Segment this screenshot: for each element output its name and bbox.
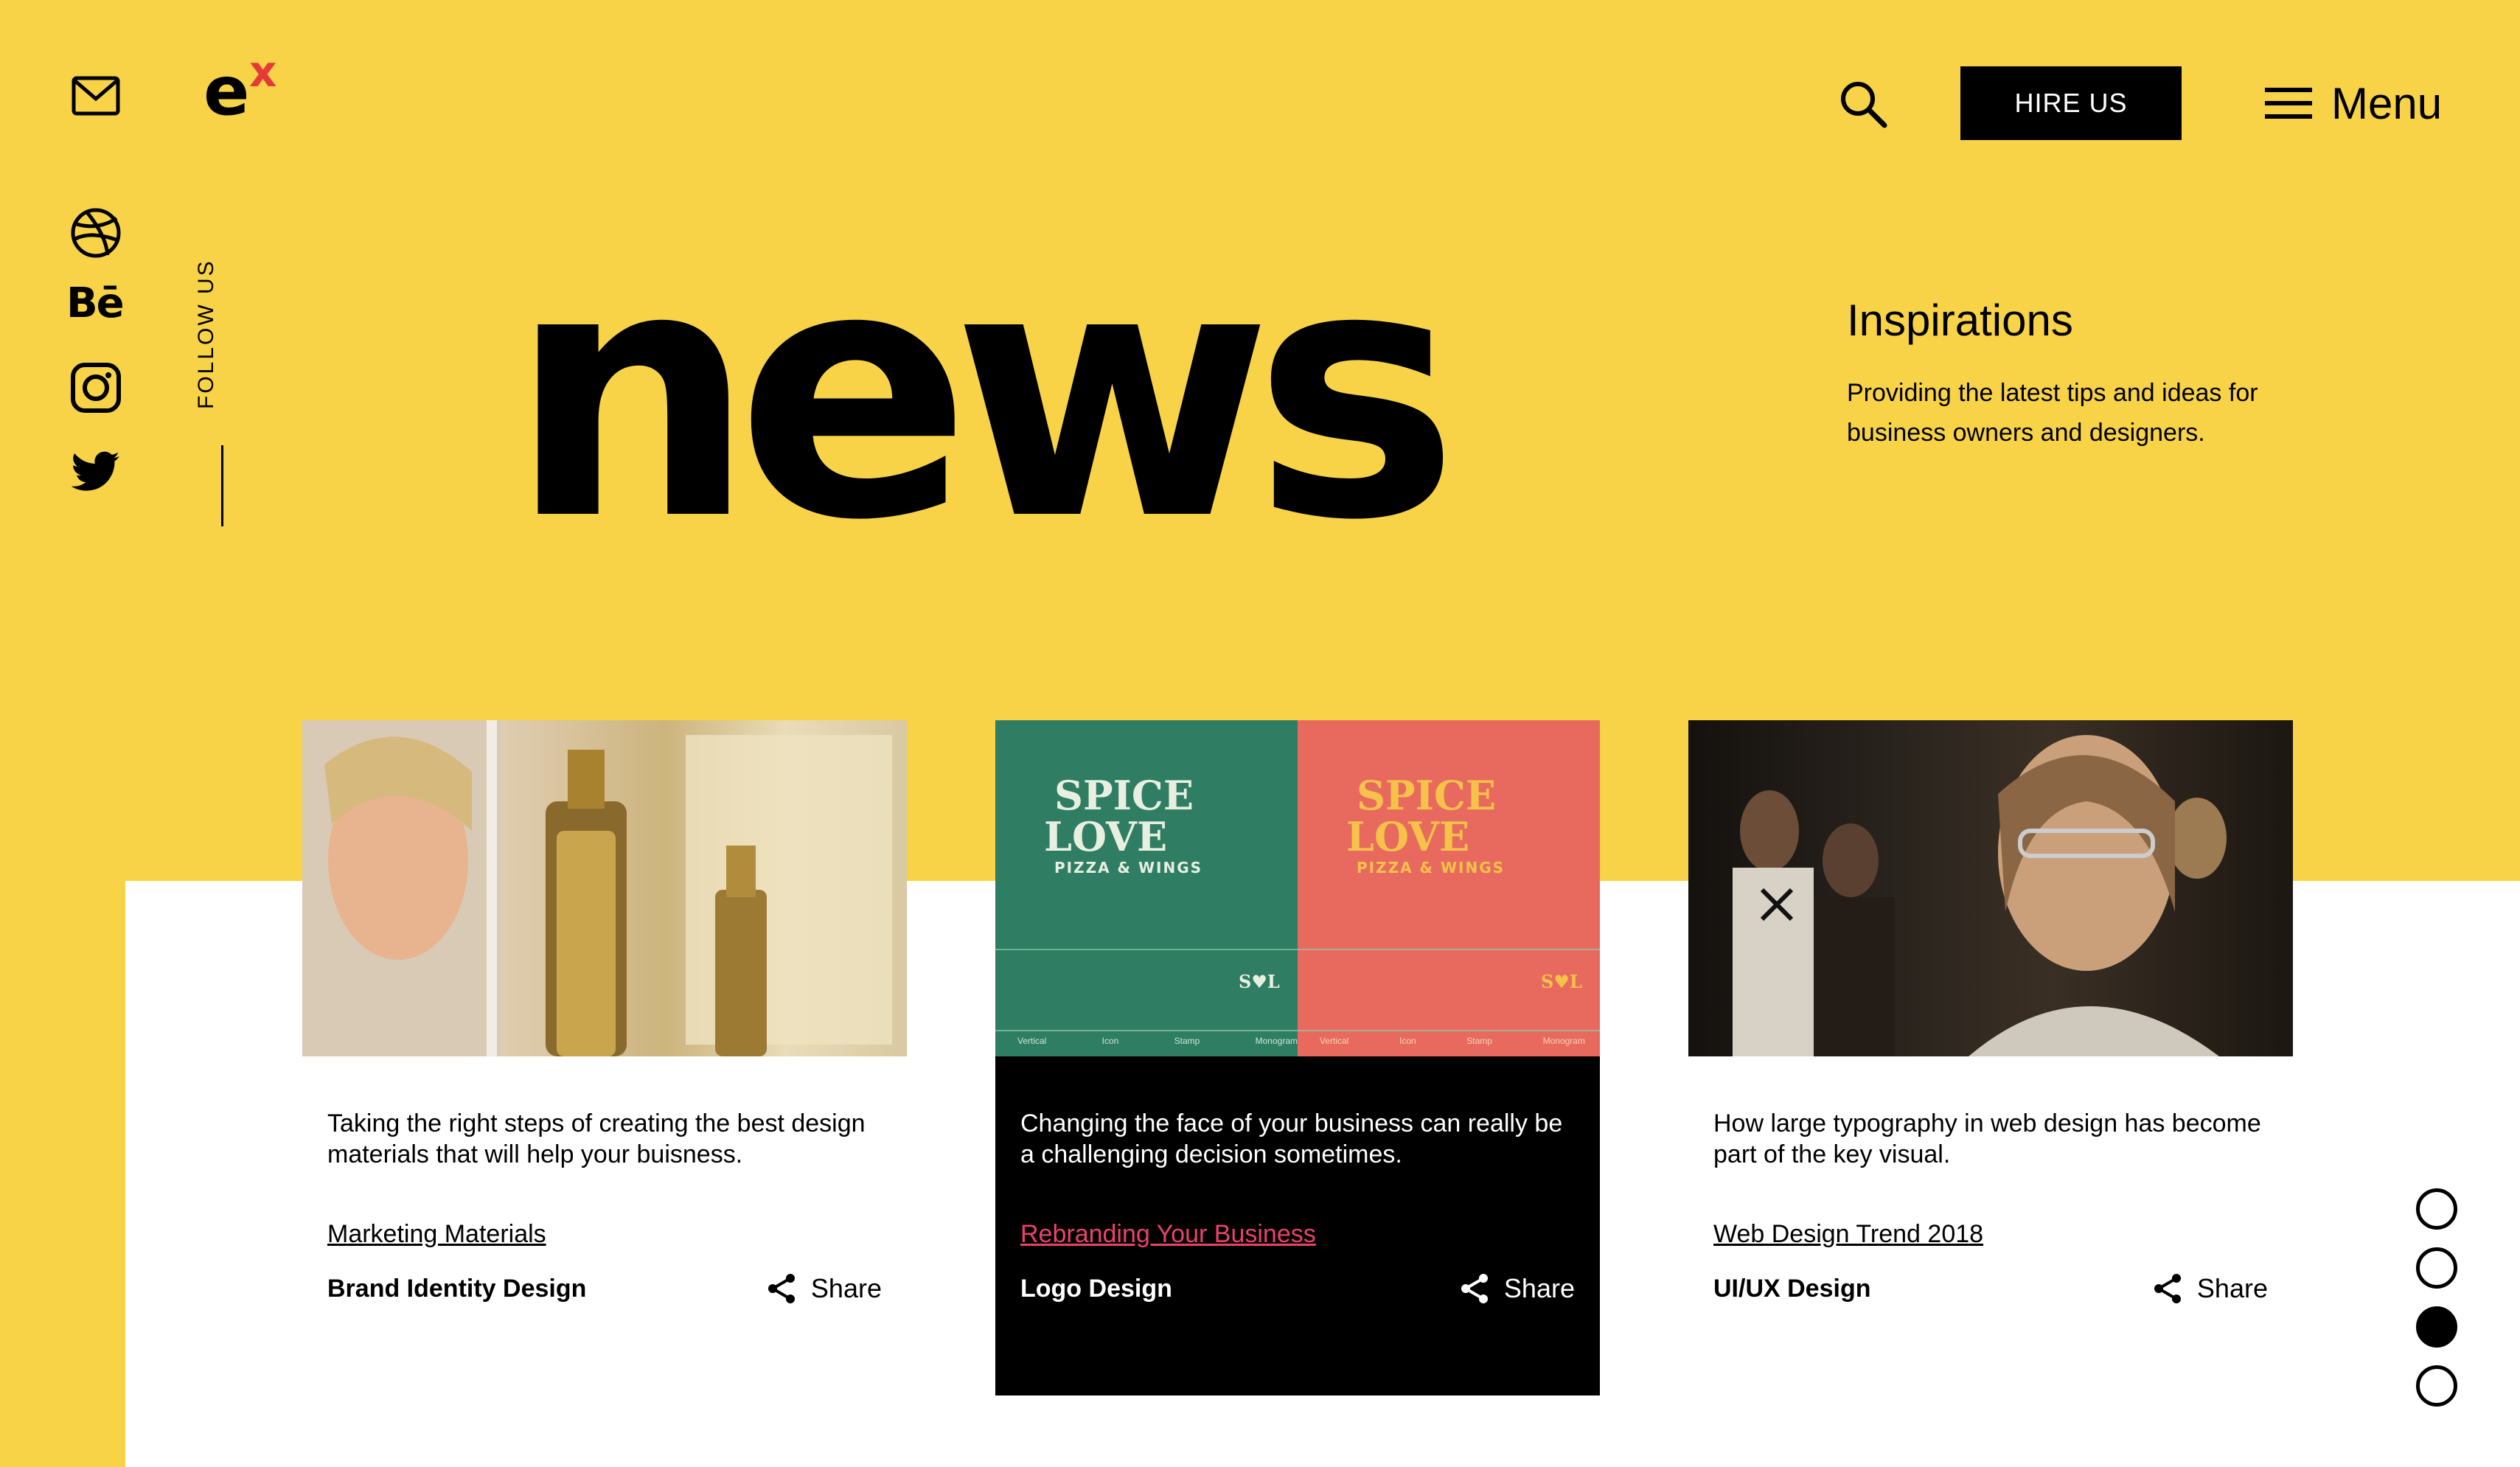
card-category: UI/UX Design xyxy=(1713,1274,1871,1303)
spice-love-green: SPICE LOVE PIZZA & WINGS xyxy=(1044,772,1203,877)
spice-love-coral: SPICE LOVE PIZZA & WINGS xyxy=(1346,772,1506,877)
card-tag-link[interactable]: Rebranding Your Business xyxy=(1020,1220,1316,1249)
monogram-green: S♥L xyxy=(1239,971,1280,992)
twitter-icon[interactable] xyxy=(69,446,122,499)
page-title: news xyxy=(509,192,1459,596)
share-label: Share xyxy=(2196,1273,2268,1303)
dribbble-icon[interactable] xyxy=(69,206,122,259)
share-button[interactable]: Share xyxy=(767,1273,882,1304)
news-card[interactable]: SPICE LOVE PIZZA & WINGS SPICE LOVE PIZZA … xyxy=(995,720,1600,1395)
section-description: Providing the latest tips and ideas for … xyxy=(1847,379,2258,447)
card-description: How large typography in web design has b… xyxy=(1713,1109,2261,1168)
share-icon xyxy=(768,1274,795,1303)
share-label: Share xyxy=(1503,1273,1575,1303)
news-card[interactable]: How large typography in web design has b… xyxy=(1688,720,2293,1395)
caption-row: Vertical Icon Stamp Monogram xyxy=(1320,1036,1585,1046)
brand-logo[interactable]: e x xyxy=(203,50,285,125)
logo-superscript: x xyxy=(249,46,277,97)
page-dot-4[interactable] xyxy=(2416,1365,2457,1407)
green-panel xyxy=(995,720,1298,1056)
monogram-coral: S♥L xyxy=(1541,971,1582,992)
share-icon xyxy=(1461,1274,1488,1303)
card-tag-link[interactable]: Web Design Trend 2018 xyxy=(1713,1220,1983,1249)
card-body: Taking the right steps of creating the b… xyxy=(302,1056,907,1395)
card-description: Taking the right steps of creating the b… xyxy=(327,1109,866,1168)
follow-us-label: FOLLOW US xyxy=(194,259,218,409)
card-image-spice-love: SPICE LOVE PIZZA & WINGS SPICE LOVE PIZZA … xyxy=(995,720,1600,1056)
page-dot-2[interactable] xyxy=(2416,1247,2457,1289)
follow-divider xyxy=(221,445,223,526)
menu-label: Menu xyxy=(2331,78,2443,128)
search-icon[interactable] xyxy=(1839,80,1887,128)
card-body: Changing the face of your business can r… xyxy=(995,1056,1600,1395)
pagination-dots xyxy=(2416,1188,2462,1424)
hamburger-icon xyxy=(2265,88,2312,119)
designer-illustration xyxy=(1733,735,2227,1056)
mail-icon[interactable] xyxy=(71,74,121,118)
card-category: Brand Identity Design xyxy=(327,1274,587,1303)
instagram-icon[interactable] xyxy=(69,361,122,414)
share-button[interactable]: Share xyxy=(1460,1273,1575,1304)
behance-icon[interactable]: Bē xyxy=(66,283,125,324)
news-card[interactable]: Taking the right steps of creating the b… xyxy=(302,720,907,1395)
logo-letter: e xyxy=(203,52,249,130)
section-title: Inspirations xyxy=(1847,296,2073,345)
coral-panel xyxy=(1298,720,1600,1056)
hire-us-button[interactable]: HIRE US xyxy=(1960,66,2182,140)
menu-button[interactable]: Menu xyxy=(2265,74,2442,133)
card-image-serum xyxy=(302,720,907,1056)
caption-row: Vertical Icon Stamp Monogram xyxy=(1017,1036,1298,1046)
page-dot-3-active[interactable] xyxy=(2416,1306,2457,1348)
serum-illustration xyxy=(302,720,892,1056)
share-button[interactable]: Share xyxy=(2153,1273,2268,1304)
share-label: Share xyxy=(810,1273,882,1303)
card-body: How large typography in web design has b… xyxy=(1688,1056,2293,1395)
card-description: Changing the face of your business can r… xyxy=(1020,1109,1563,1168)
card-image-designer xyxy=(1688,720,2293,1056)
card-category: Logo Design xyxy=(1020,1274,1172,1303)
page-dot-1[interactable] xyxy=(2416,1188,2457,1230)
card-tag-link[interactable]: Marketing Materials xyxy=(327,1220,546,1249)
share-icon xyxy=(2154,1274,2181,1303)
